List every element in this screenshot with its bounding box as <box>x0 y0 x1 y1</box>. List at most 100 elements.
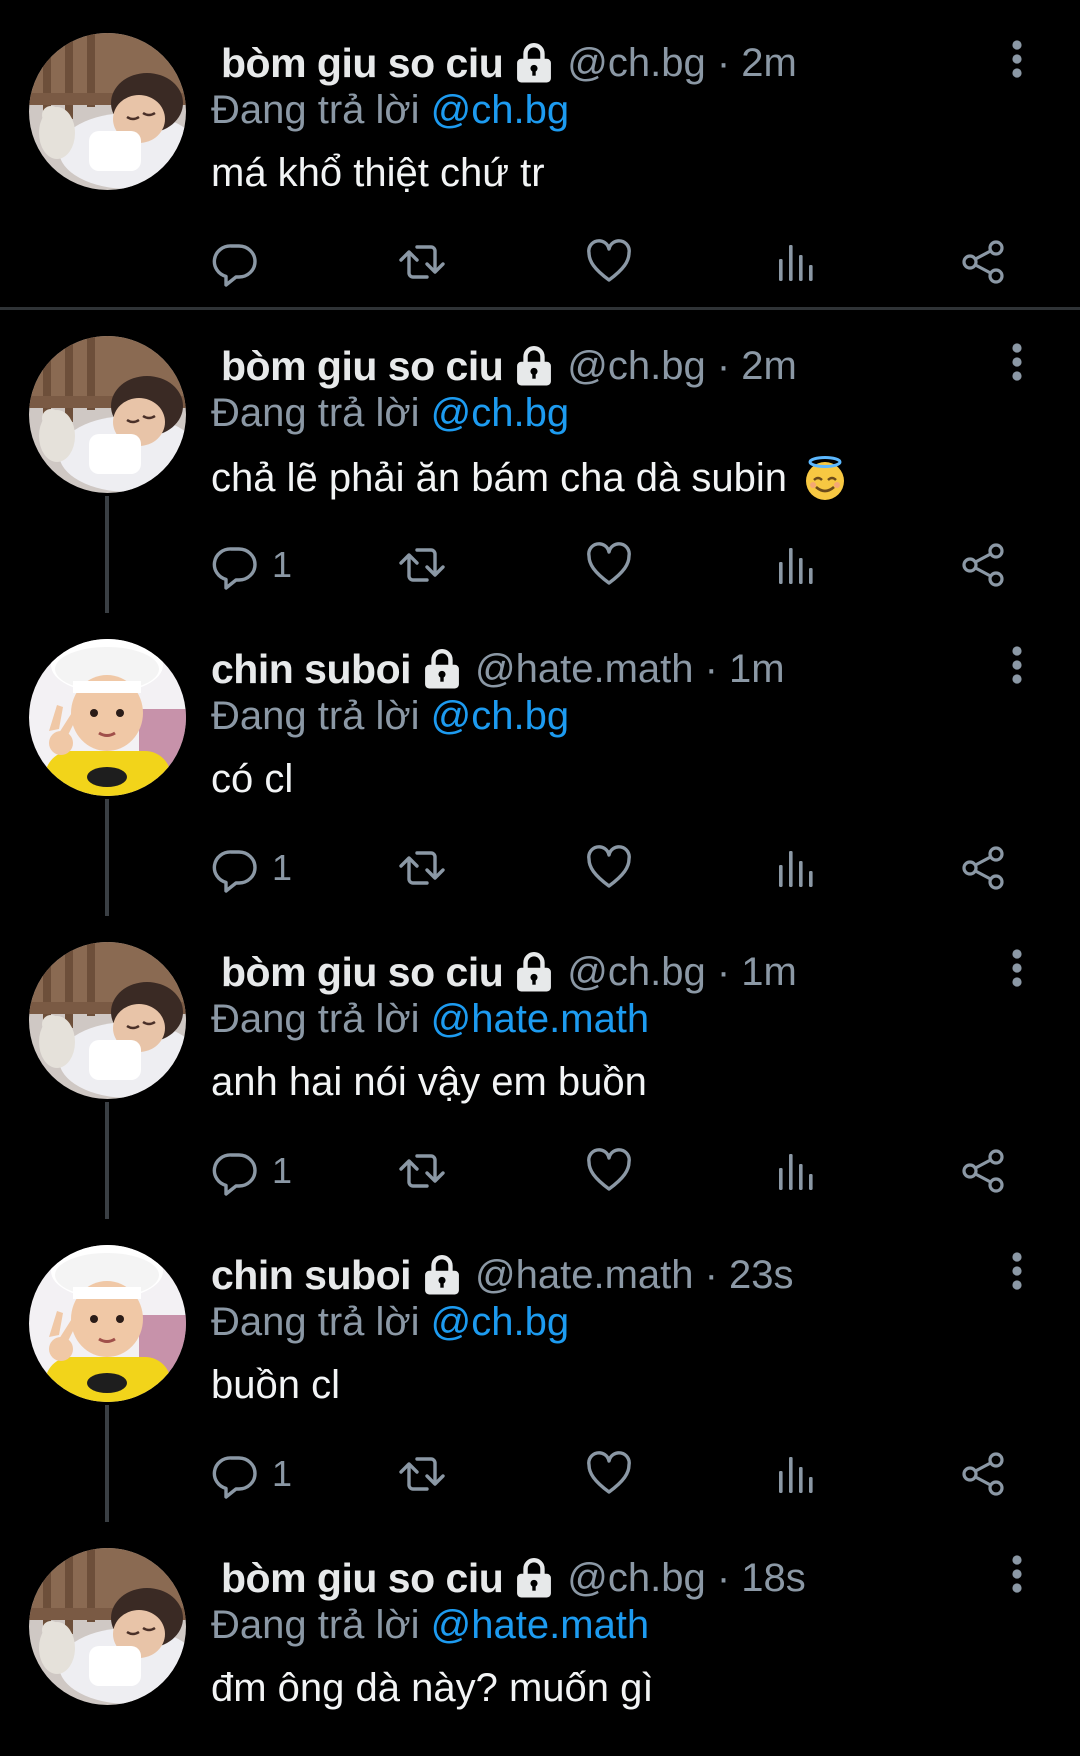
retweet-button[interactable] <box>397 1141 447 1201</box>
tweet-header: bòm giu so ciu @ch.bg · 1m <box>221 947 797 997</box>
share-button[interactable] <box>958 1444 1008 1504</box>
handle-time: @hate.math · 1m <box>475 646 785 691</box>
display-name[interactable]: bòm giu so ciu <box>221 343 504 390</box>
retweet-button[interactable] <box>397 838 447 898</box>
reply-target-link[interactable]: @ch.bg <box>431 391 569 435</box>
like-button[interactable] <box>584 1141 634 1201</box>
avatar[interactable] <box>29 1548 186 1705</box>
handle-time: @ch.bg · 2m <box>567 343 797 388</box>
tweet-header: chin suboi @hate.math · 23s <box>211 1250 794 1300</box>
views-button[interactable] <box>771 232 821 292</box>
share-button[interactable] <box>958 838 1008 898</box>
views-icon <box>771 540 821 590</box>
tweet-text: anh hai nói vậy em buồn <box>211 1060 647 1105</box>
reply-thread: bòm giu so ciu @ch.bg · 2m Đang trả lời … <box>0 0 1080 1756</box>
replying-to: Đang trả lời @hate.math <box>211 1603 649 1648</box>
avatar[interactable] <box>29 1245 186 1402</box>
lock-icon <box>513 1556 555 1600</box>
views-button[interactable] <box>771 1141 821 1201</box>
action-bar: 1 <box>0 535 1080 595</box>
retweet-button[interactable] <box>397 1444 447 1504</box>
reply-target-link[interactable]: @hate.math <box>431 997 650 1041</box>
reply-button[interactable]: 1 <box>210 838 292 898</box>
more-options-icon[interactable] <box>1002 341 1032 383</box>
reply-target-link[interactable]: @ch.bg <box>431 1300 569 1344</box>
like-button[interactable] <box>584 232 634 292</box>
tweet-text: buồn cl <box>211 1363 340 1408</box>
display-name[interactable]: bòm giu so ciu <box>221 949 504 996</box>
action-bar <box>0 232 1080 292</box>
like-icon <box>584 1449 634 1499</box>
retweet-icon <box>397 843 447 893</box>
reply-button[interactable] <box>210 232 260 292</box>
reply-target-link[interactable]: @ch.bg <box>431 694 569 738</box>
like-button[interactable] <box>584 535 634 595</box>
chef-hat-child-avatar <box>29 639 186 796</box>
avatar[interactable] <box>29 336 186 493</box>
tweet[interactable]: bòm giu so ciu @ch.bg · 2m Đang trả lời … <box>0 0 1080 303</box>
share-icon <box>958 1146 1008 1196</box>
reply-icon <box>210 1449 260 1499</box>
reply-count: 1 <box>272 544 293 585</box>
share-icon <box>958 237 1008 287</box>
retweet-icon <box>397 540 447 590</box>
tweet-text: chả lẽ phải ăn bám cha dà subin <box>211 454 849 502</box>
tweet-header: bòm giu so ciu @ch.bg · 2m <box>221 341 797 391</box>
sleeping-child-avatar <box>29 942 186 1099</box>
share-icon <box>958 1449 1008 1499</box>
more-options-icon[interactable] <box>1002 947 1032 989</box>
tweet[interactable]: chin suboi @hate.math · 23s Đang trả lời… <box>0 1212 1080 1522</box>
avatar[interactable] <box>29 942 186 1099</box>
share-button[interactable] <box>958 535 1008 595</box>
display-name[interactable]: chin suboi <box>211 1252 412 1299</box>
reply-target-link[interactable]: @ch.bg <box>431 88 569 132</box>
reply-icon <box>210 1146 260 1196</box>
more-options-icon[interactable] <box>1002 1250 1032 1292</box>
views-button[interactable] <box>771 535 821 595</box>
more-options-icon[interactable] <box>1002 38 1032 80</box>
like-button[interactable] <box>584 838 634 898</box>
tweet-text-content: chả lẽ phải ăn bám cha dà subin <box>211 455 787 500</box>
retweet-button[interactable] <box>397 232 447 292</box>
tweet-text: má khổ thiệt chứ tr <box>211 151 545 196</box>
reply-target-link[interactable]: @hate.math <box>431 1603 650 1647</box>
like-icon <box>584 237 634 287</box>
tweet-header: chin suboi @hate.math · 1m <box>211 644 785 694</box>
replying-to: Đang trả lời @ch.bg <box>211 1300 569 1345</box>
share-icon <box>958 540 1008 590</box>
display-name[interactable]: chin suboi <box>211 646 412 693</box>
tweet[interactable]: bòm giu so ciu @ch.bg · 1m Đang trả lời … <box>0 909 1080 1219</box>
tweet-header: bòm giu so ciu @ch.bg · 2m <box>221 38 797 88</box>
tweet-text: đm ông dà này? muốn gì <box>211 1666 654 1711</box>
tweet-text-content: có cl <box>211 757 294 801</box>
display-name[interactable]: bòm giu so ciu <box>221 1555 504 1602</box>
reply-button[interactable]: 1 <box>210 1141 292 1201</box>
avatar[interactable] <box>29 33 186 190</box>
like-button[interactable] <box>584 1444 634 1504</box>
views-button[interactable] <box>771 1444 821 1504</box>
reply-button[interactable]: 1 <box>210 1444 292 1504</box>
reply-icon <box>210 237 260 287</box>
share-button[interactable] <box>958 232 1008 292</box>
tweet-text-content: đm ông dà này? muốn gì <box>211 1666 654 1710</box>
more-options-icon[interactable] <box>1002 1553 1032 1595</box>
display-name[interactable]: bòm giu so ciu <box>221 40 504 87</box>
tweet[interactable]: bòm giu so ciu @ch.bg · 18s Đang trả lời… <box>0 1515 1080 1756</box>
replying-to-label: Đang trả lời <box>211 997 420 1041</box>
retweet-icon <box>397 237 447 287</box>
replying-to: Đang trả lời @hate.math <box>211 997 649 1042</box>
action-bar: 1 <box>0 838 1080 898</box>
reply-count: 1 <box>272 847 293 888</box>
share-button[interactable] <box>958 1141 1008 1201</box>
more-options-icon[interactable] <box>1002 644 1032 686</box>
replying-to: Đang trả lời @ch.bg <box>211 88 569 133</box>
retweet-button[interactable] <box>397 535 447 595</box>
reply-icon <box>210 540 260 590</box>
tweet[interactable]: bòm giu so ciu @ch.bg · 2m Đang trả lời … <box>0 303 1080 613</box>
reply-button[interactable]: 1 <box>210 535 292 595</box>
replying-to-label: Đang trả lời <box>211 391 420 435</box>
views-button[interactable] <box>771 838 821 898</box>
tweet[interactable]: chin suboi @hate.math · 1m Đang trả lời … <box>0 606 1080 916</box>
avatar[interactable] <box>29 639 186 796</box>
like-icon <box>584 540 634 590</box>
